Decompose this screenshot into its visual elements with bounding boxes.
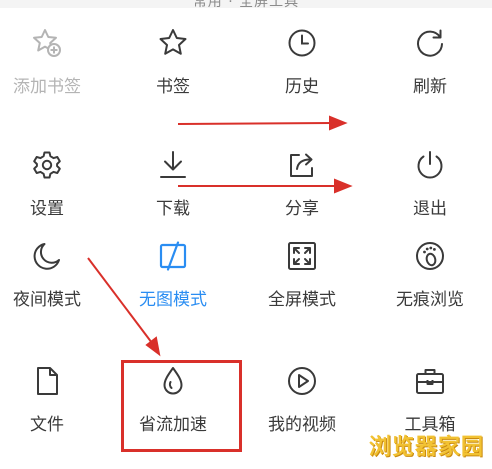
night-mode-button[interactable]: 夜间模式: [0, 240, 97, 310]
refresh-icon: [414, 27, 446, 59]
highlight-box: [121, 360, 242, 452]
files-label: 文件: [30, 415, 64, 435]
no-image-mode-label: 无图模式: [139, 290, 207, 310]
downloads-button[interactable]: 下载: [123, 149, 223, 219]
star-plus-icon: [31, 27, 63, 59]
gear-icon: [31, 149, 63, 181]
toolbox-icon: [414, 365, 446, 397]
history-label: 历史: [285, 77, 319, 97]
top-bar-title: 常用 · 全屏工具: [192, 0, 300, 10]
settings-button[interactable]: 设置: [0, 149, 97, 219]
play-circle-icon: [286, 365, 318, 397]
add-bookmark-button[interactable]: 添加书签: [0, 27, 97, 97]
moon-icon: [31, 240, 63, 272]
no-image-icon: [157, 240, 189, 272]
no-image-mode-button[interactable]: 无图模式: [123, 240, 223, 310]
downloads-label: 下载: [156, 199, 190, 219]
share-icon: [286, 149, 318, 181]
share-button[interactable]: 分享: [252, 149, 352, 219]
night-mode-label: 夜间模式: [13, 290, 81, 310]
history-button[interactable]: 历史: [252, 27, 352, 97]
my-videos-label: 我的视频: [268, 415, 336, 435]
bookmarks-label: 书签: [156, 77, 190, 97]
my-videos-button[interactable]: 我的视频: [252, 365, 352, 435]
top-bar: 常用 · 全屏工具: [0, 0, 492, 10]
clock-icon: [286, 27, 318, 59]
incognito-browsing-label: 无痕浏览: [396, 290, 464, 310]
files-button[interactable]: 文件: [0, 365, 97, 435]
fullscreen-icon: [286, 240, 318, 272]
exit-button[interactable]: 退出: [380, 149, 480, 219]
toolbox-button[interactable]: 工具箱: [380, 365, 480, 435]
footprint-icon: [414, 240, 446, 272]
fullscreen-mode-button[interactable]: 全屏模式: [252, 240, 352, 310]
share-label: 分享: [285, 199, 319, 219]
incognito-browsing-button[interactable]: 无痕浏览: [380, 240, 480, 310]
settings-label: 设置: [30, 199, 64, 219]
watermark-text: 浏览器家园: [368, 435, 484, 460]
star-icon: [157, 27, 189, 59]
fullscreen-mode-label: 全屏模式: [268, 290, 336, 310]
exit-label: 退出: [413, 199, 447, 219]
file-icon: [31, 365, 63, 397]
power-icon: [414, 149, 446, 181]
refresh-button[interactable]: 刷新: [380, 27, 480, 97]
refresh-label: 刷新: [413, 77, 447, 97]
download-icon: [157, 149, 189, 181]
bookmarks-button[interactable]: 书签: [123, 27, 223, 97]
add-bookmark-label: 添加书签: [13, 77, 81, 97]
